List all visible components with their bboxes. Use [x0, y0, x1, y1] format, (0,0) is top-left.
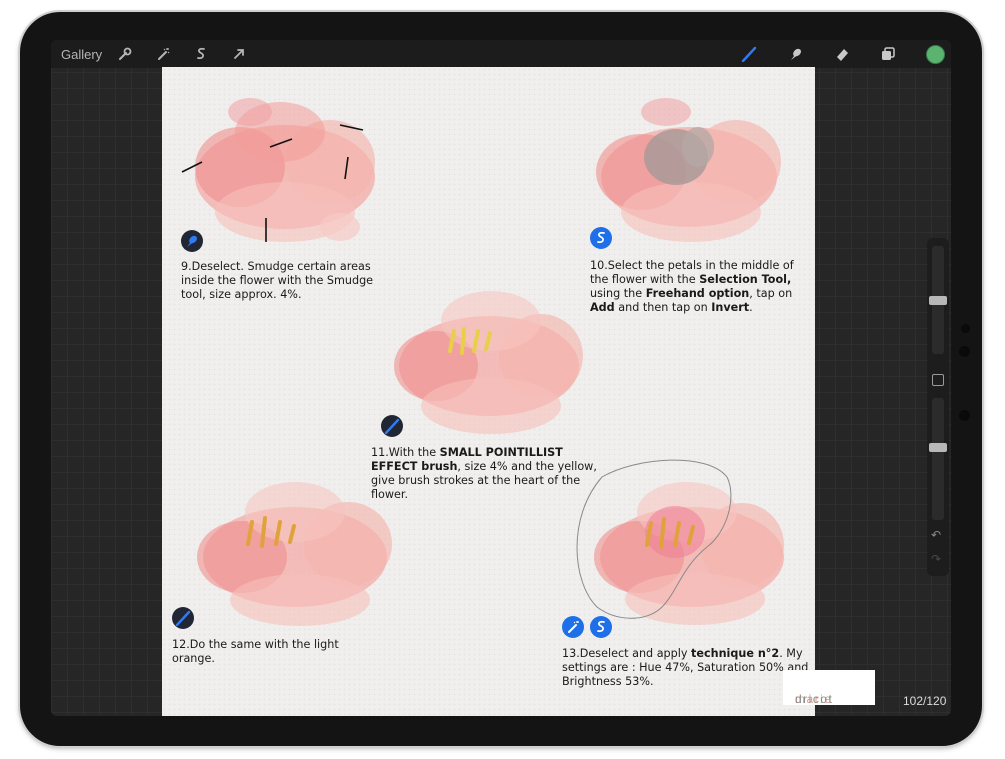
- brush-icon: [384, 418, 400, 434]
- gallery-button[interactable]: Gallery: [61, 47, 102, 62]
- magic-wand-icon[interactable]: [155, 46, 171, 62]
- undo-icon[interactable]: ↶: [931, 528, 941, 542]
- selection-icon[interactable]: [193, 46, 209, 62]
- brush-sidebar: ↶ ↷: [927, 238, 949, 576]
- brush-opacity-thumb[interactable]: [929, 443, 947, 452]
- brush-size-thumb[interactable]: [929, 296, 947, 305]
- transform-arrow-icon[interactable]: [231, 46, 247, 62]
- brush-tool-badge: [381, 415, 403, 437]
- artwork-canvas[interactable]: 9.Deselect. Smudge certain areas inside …: [162, 67, 815, 716]
- brush-opacity-slider[interactable]: [929, 398, 947, 520]
- top-toolbar: Gallery: [51, 40, 951, 68]
- selection-icon: [597, 620, 605, 633]
- peony-flower-step-12: [197, 482, 392, 626]
- camera-dot: [959, 410, 970, 421]
- step-13-text: 13.Deselect and apply technique n°2. My …: [562, 647, 809, 688]
- peony-flower-step-13: [576, 459, 784, 625]
- color-swatch[interactable]: [926, 45, 945, 64]
- camera-dot: [959, 346, 970, 357]
- layers-icon[interactable]: [880, 46, 896, 62]
- peony-flower-step-10: [596, 98, 781, 242]
- step-10-text: 10.Select the petals in the middle of th…: [590, 259, 794, 314]
- brush-tool-badge: [172, 607, 194, 629]
- smudge-tool-badge: [181, 230, 203, 252]
- selection-tool-badge: [590, 616, 612, 638]
- brush-size-slider[interactable]: [929, 246, 947, 354]
- magic-wand-tool-badge: [562, 616, 584, 638]
- page-indicator: 102/120: [903, 694, 947, 708]
- selection-tool-badge: [590, 227, 612, 249]
- magic-wand-icon: [568, 621, 579, 633]
- peony-flower-step-9: [181, 98, 375, 242]
- peony-flower-step-11: [394, 291, 583, 434]
- step-12-text: 12.Do the same with the light orange.: [172, 638, 339, 665]
- redo-icon[interactable]: ↷: [931, 552, 941, 566]
- smudge-icon[interactable]: [788, 46, 804, 62]
- brush-icon: [175, 610, 191, 626]
- camera-dot: [961, 324, 970, 333]
- step-9-text: 9.Deselect. Smudge certain areas inside …: [181, 260, 374, 301]
- marie-dricot-logo: marie dricot: [783, 670, 875, 706]
- eraser-icon[interactable]: [834, 46, 850, 62]
- procreate-screen: Gallery 9.Deselect. Smudge certain areas…: [51, 40, 951, 716]
- brush-icon[interactable]: [741, 46, 757, 62]
- wrench-icon[interactable]: [117, 46, 133, 62]
- modify-button[interactable]: [932, 374, 944, 386]
- smudge-icon: [187, 235, 197, 247]
- selection-icon: [597, 231, 605, 244]
